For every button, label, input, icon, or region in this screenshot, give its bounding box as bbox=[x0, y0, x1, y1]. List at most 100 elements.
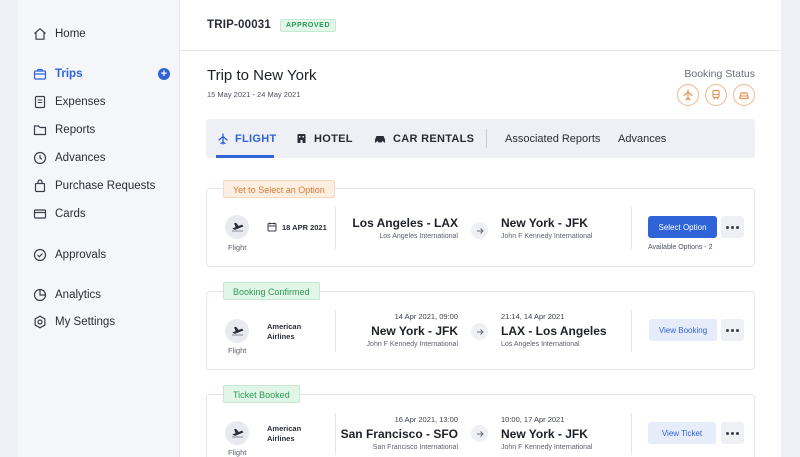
trip-dates: 15 May 2021 - 24 May 2021 bbox=[207, 90, 301, 99]
more-options-button[interactable] bbox=[721, 319, 744, 341]
airline-line: Airlines bbox=[267, 434, 295, 443]
sidebar-item-label: Advances bbox=[55, 152, 106, 164]
plane-icon bbox=[218, 132, 228, 145]
airline-name: American Airlines bbox=[267, 424, 301, 444]
sidebar-item-analytics[interactable]: Analytics bbox=[18, 283, 180, 307]
arrival-time: 21:14, 14 Apr 2021 bbox=[501, 312, 565, 321]
arrival-time: 10:00, 17 Apr 2021 bbox=[501, 415, 565, 424]
sidebar-item-home[interactable]: Home bbox=[18, 22, 180, 46]
tab-advances[interactable]: Advances bbox=[618, 119, 666, 158]
airline-line: Airlines bbox=[267, 332, 295, 341]
tab-associated-reports[interactable]: Associated Reports bbox=[505, 119, 600, 158]
more-options-button[interactable] bbox=[721, 422, 744, 444]
destination-city: LAX - Los Angeles bbox=[501, 324, 607, 338]
tab-label: CAR RENTALS bbox=[393, 132, 475, 145]
booking-card: Ticket Booked Flight American Airlines 1… bbox=[206, 385, 755, 457]
train-icon[interactable] bbox=[705, 84, 727, 106]
booking-type-label: Flight bbox=[228, 243, 247, 252]
booking-status-pill: Ticket Booked bbox=[223, 385, 300, 403]
view-booking-button[interactable]: View Booking bbox=[649, 319, 717, 341]
sidebar-item-label: Expenses bbox=[55, 96, 106, 108]
divider bbox=[335, 413, 336, 455]
booking-type-label: Flight bbox=[228, 448, 247, 457]
gear-icon bbox=[32, 314, 48, 330]
origin-airport: John F Kennedy International bbox=[366, 341, 458, 348]
available-options-note: Available Options - 2 bbox=[648, 244, 713, 251]
airline-name: American Airlines bbox=[267, 322, 301, 342]
booking-date: 18 APR 2021 bbox=[267, 222, 327, 232]
destination-airport: Los Angeles International bbox=[501, 341, 580, 348]
sidebar-item-trips[interactable]: Trips + bbox=[18, 62, 180, 86]
origin-city: New York - JFK bbox=[371, 324, 458, 338]
clock-icon bbox=[32, 150, 48, 166]
check-circle-icon bbox=[32, 247, 48, 263]
booking-tabs: FLIGHT HOTEL CAR RENTALS Associated Repo… bbox=[206, 119, 755, 158]
arrow-right-icon bbox=[471, 222, 488, 239]
sidebar: Home Trips + Expenses Reports Advances P… bbox=[18, 0, 180, 457]
sidebar-item-label: Purchase Requests bbox=[55, 180, 156, 192]
sidebar-item-label: Reports bbox=[55, 124, 96, 136]
booking-status-pill: Yet to Select an Option bbox=[223, 180, 335, 198]
origin-city: San Francisco - SFO bbox=[340, 427, 458, 441]
active-tab-indicator bbox=[216, 155, 274, 158]
booking-type-label: Flight bbox=[228, 346, 247, 355]
sidebar-item-advances[interactable]: Advances bbox=[18, 146, 180, 170]
sidebar-item-reports[interactable]: Reports bbox=[18, 118, 180, 142]
tab-label: Advances bbox=[618, 132, 667, 145]
booking-status-icons bbox=[677, 84, 755, 106]
sidebar-item-my-settings[interactable]: My Settings bbox=[18, 310, 180, 334]
booking-card: Booking Confirmed Flight American Airlin… bbox=[206, 282, 755, 370]
pie-chart-icon bbox=[32, 287, 48, 303]
sidebar-item-cards[interactable]: Cards bbox=[18, 202, 180, 226]
car-icon[interactable] bbox=[733, 84, 755, 106]
sidebar-item-approvals[interactable]: Approvals bbox=[18, 243, 180, 267]
card-icon bbox=[32, 206, 48, 222]
flight-icon bbox=[225, 215, 249, 239]
more-options-button[interactable] bbox=[721, 216, 744, 238]
receipt-icon bbox=[32, 94, 48, 110]
main-panel: TRIP-00031 APPROVED Trip to New York 15 … bbox=[180, 0, 781, 457]
status-badge: APPROVED bbox=[280, 18, 337, 32]
hotel-icon bbox=[296, 133, 307, 144]
tab-label: HOTEL bbox=[314, 132, 353, 145]
booking-status-label: Booking Status bbox=[684, 68, 755, 80]
sidebar-item-label: Cards bbox=[55, 208, 86, 220]
divider bbox=[335, 310, 336, 352]
sidebar-item-label: Analytics bbox=[55, 289, 102, 301]
sidebar-item-label: Approvals bbox=[55, 249, 107, 261]
date-text: 18 APR 2021 bbox=[282, 222, 327, 232]
page-title: Trip to New York bbox=[207, 67, 317, 84]
tab-hotel[interactable]: HOTEL bbox=[296, 119, 353, 158]
select-option-button[interactable]: Select Option bbox=[648, 216, 717, 238]
divider bbox=[631, 413, 632, 455]
sidebar-item-expenses[interactable]: Expenses bbox=[18, 90, 180, 114]
tab-label: Associated Reports bbox=[505, 132, 601, 145]
destination-airport: John F Kennedy International bbox=[501, 444, 593, 451]
destination-city: New York - JFK bbox=[501, 427, 588, 441]
calendar-icon bbox=[267, 222, 277, 232]
sidebar-item-purchase-requests[interactable]: Purchase Requests bbox=[18, 174, 180, 198]
booking-card: Yet to Select an Option Flight 18 APR 20… bbox=[206, 180, 755, 267]
page-gutter bbox=[781, 0, 800, 457]
arrow-right-icon bbox=[471, 425, 488, 442]
plane-icon[interactable] bbox=[677, 84, 699, 106]
origin-airport: Los Angeles International bbox=[379, 233, 458, 240]
car-icon bbox=[374, 134, 386, 144]
tab-car-rentals[interactable]: CAR RENTALS bbox=[374, 119, 474, 158]
suitcase-icon bbox=[32, 66, 48, 82]
divider bbox=[631, 310, 632, 352]
booking-status-pill: Booking Confirmed bbox=[223, 282, 320, 300]
destination-airport: John F Kennedy International bbox=[501, 233, 593, 240]
flight-icon bbox=[225, 421, 249, 445]
tab-flight[interactable]: FLIGHT bbox=[218, 119, 277, 158]
view-ticket-button[interactable]: View Ticket bbox=[648, 422, 716, 444]
destination-city: New York - JFK bbox=[501, 216, 588, 230]
arrow-right-icon bbox=[471, 323, 488, 340]
add-trip-button[interactable]: + bbox=[158, 68, 170, 80]
sidebar-item-label: Home bbox=[55, 28, 86, 40]
bag-icon bbox=[32, 178, 48, 194]
trip-header-bar: TRIP-00031 APPROVED bbox=[180, 0, 781, 51]
sidebar-item-label: My Settings bbox=[55, 316, 116, 328]
flight-icon bbox=[225, 319, 249, 343]
origin-airport: San Francisco International bbox=[372, 444, 458, 451]
